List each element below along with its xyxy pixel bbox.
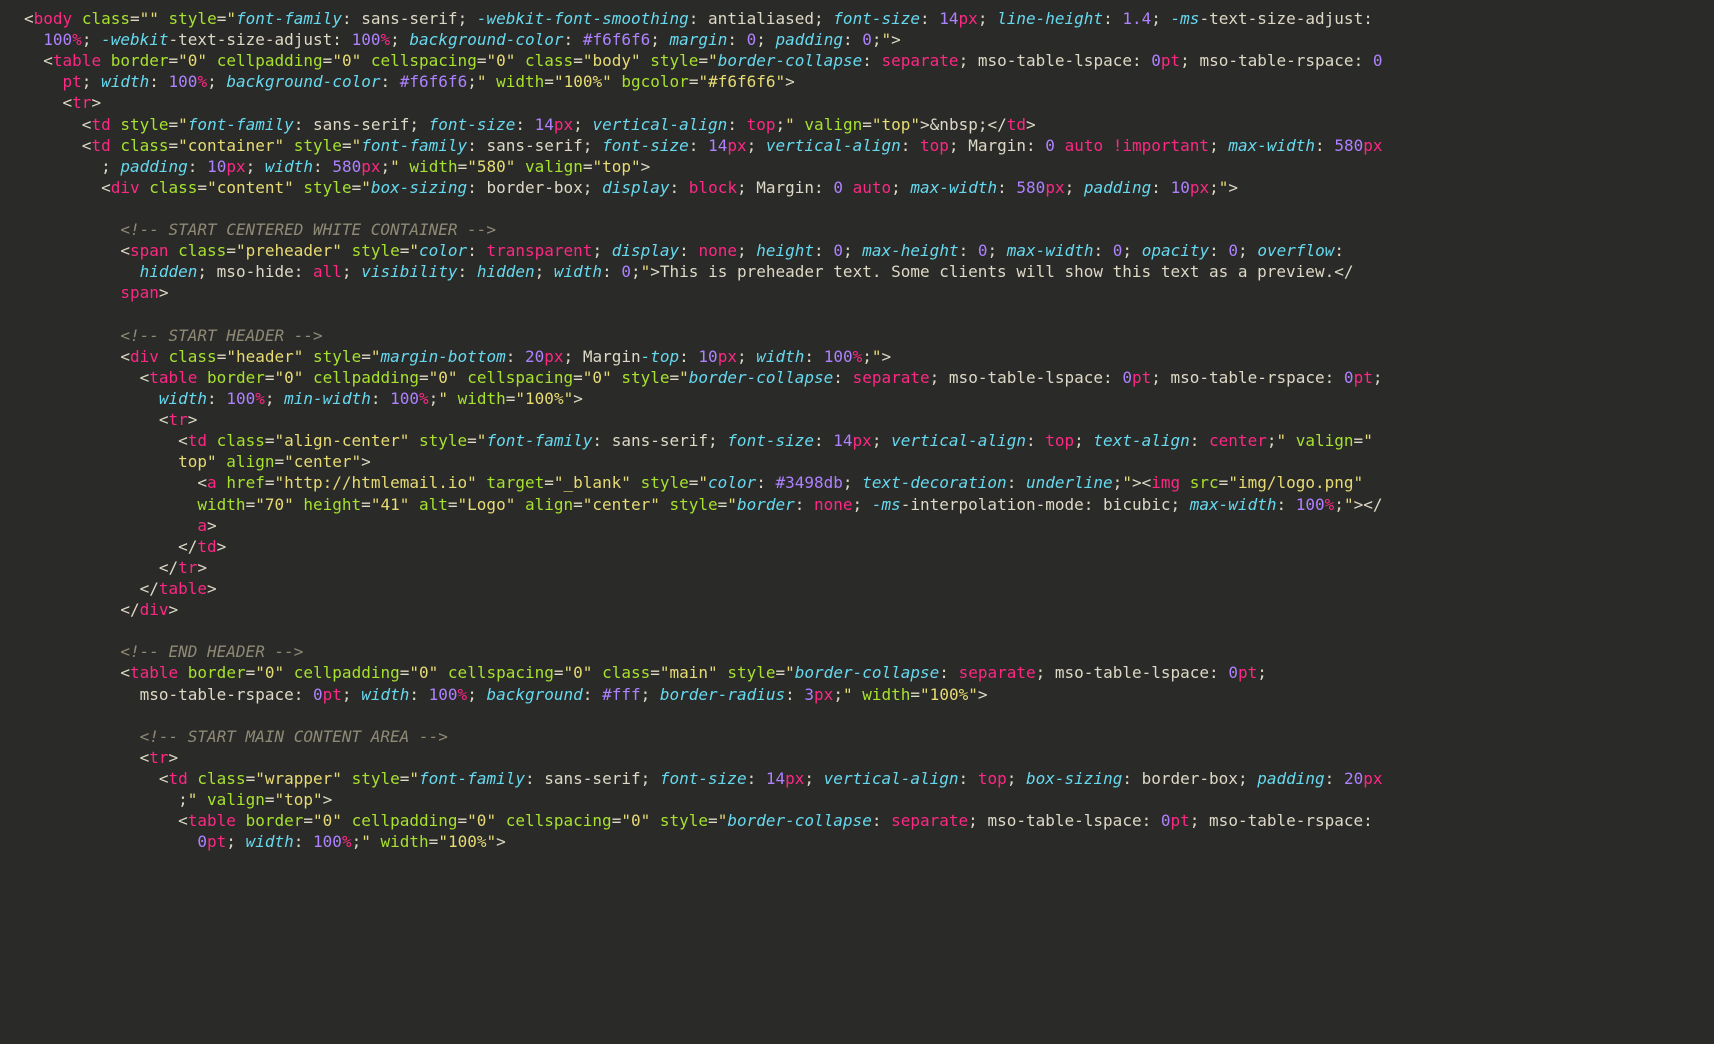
code-line[interactable] bbox=[0, 198, 1714, 219]
code-line[interactable]: <td class="container" style="font-family… bbox=[0, 135, 1714, 156]
code-line[interactable]: <table border="0" cellpadding="0" cellsp… bbox=[0, 50, 1714, 71]
code-line[interactable]: <table border="0" cellpadding="0" cellsp… bbox=[0, 367, 1714, 388]
code-line[interactable]: <a href="http://htmlemail.io" target="_b… bbox=[0, 472, 1714, 493]
code-line[interactable] bbox=[0, 620, 1714, 641]
code-line[interactable]: ;" valign="top"> bbox=[0, 789, 1714, 810]
code-line[interactable]: width: 100%; min-width: 100%;" width="10… bbox=[0, 388, 1714, 409]
code-line[interactable]: 0pt; width: 100%;" width="100%"> bbox=[0, 831, 1714, 852]
code-line[interactable]: 100%; -webkit-text-size-adjust: 100%; ba… bbox=[0, 29, 1714, 50]
code-line[interactable]: span> bbox=[0, 282, 1714, 303]
code-line[interactable]: <div class="header" style="margin-bottom… bbox=[0, 346, 1714, 367]
code-line[interactable]: <td style="font-family: sans-serif; font… bbox=[0, 114, 1714, 135]
code-line[interactable] bbox=[0, 705, 1714, 726]
code-line[interactable]: top" align="center"> bbox=[0, 451, 1714, 472]
code-line[interactable]: ; padding: 10px; width: 580px;" width="5… bbox=[0, 156, 1714, 177]
code-line[interactable]: <!-- START MAIN CONTENT AREA --> bbox=[0, 726, 1714, 747]
code-line[interactable]: <table border="0" cellpadding="0" cellsp… bbox=[0, 810, 1714, 831]
code-line[interactable]: <!-- START HEADER --> bbox=[0, 325, 1714, 346]
code-line[interactable]: a> bbox=[0, 515, 1714, 536]
code-line[interactable]: <!-- END HEADER --> bbox=[0, 641, 1714, 662]
code-line[interactable]: <div class="content" style="box-sizing: … bbox=[0, 177, 1714, 198]
code-line[interactable]: </table> bbox=[0, 578, 1714, 599]
code-line[interactable] bbox=[0, 304, 1714, 325]
code-line[interactable]: <td class="wrapper" style="font-family: … bbox=[0, 768, 1714, 789]
code-line[interactable]: <tr> bbox=[0, 409, 1714, 430]
code-line[interactable]: <table border="0" cellpadding="0" cellsp… bbox=[0, 662, 1714, 683]
code-line[interactable]: <tr> bbox=[0, 747, 1714, 768]
code-line[interactable]: pt; width: 100%; background-color: #f6f6… bbox=[0, 71, 1714, 92]
code-line[interactable]: hidden; mso-hide: all; visibility: hidde… bbox=[0, 261, 1714, 282]
code-line[interactable]: </tr> bbox=[0, 557, 1714, 578]
code-line[interactable]: </div> bbox=[0, 599, 1714, 620]
code-line[interactable]: mso-table-rspace: 0pt; width: 100%; back… bbox=[0, 684, 1714, 705]
code-line[interactable]: <td class="align-center" style="font-fam… bbox=[0, 430, 1714, 451]
code-editor-content[interactable]: <body class="" style="font-family: sans-… bbox=[0, 0, 1714, 860]
code-line[interactable]: <!-- START CENTERED WHITE CONTAINER --> bbox=[0, 219, 1714, 240]
code-line[interactable]: </td> bbox=[0, 536, 1714, 557]
code-line[interactable]: <body class="" style="font-family: sans-… bbox=[0, 8, 1714, 29]
code-line[interactable]: <tr> bbox=[0, 92, 1714, 113]
code-line[interactable]: width="70" height="41" alt="Logo" align=… bbox=[0, 494, 1714, 515]
code-editor[interactable]: { "lines":[ {"i":0,"h":"<span class='pn'… bbox=[0, 0, 1714, 860]
code-line[interactable]: <span class="preheader" style="color: tr… bbox=[0, 240, 1714, 261]
